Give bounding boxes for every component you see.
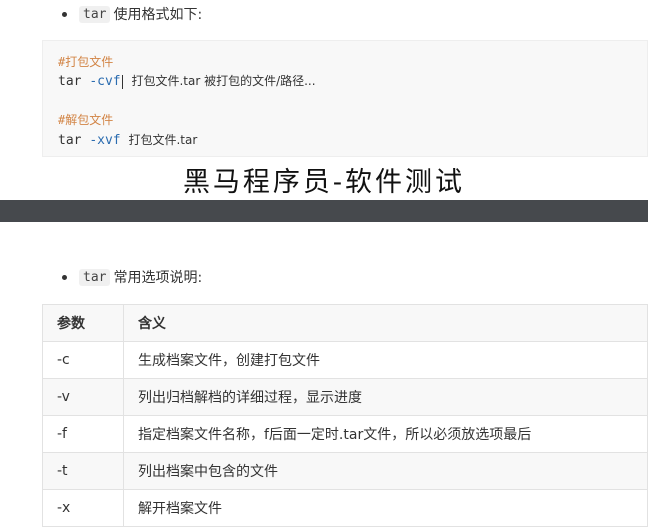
unpack-flag: -xvf: [89, 133, 121, 148]
header-meaning: 含义: [123, 304, 648, 342]
code-line-comment-pack: #打包文件: [58, 53, 113, 70]
param-cell: -f: [42, 415, 124, 453]
header-param: 参数: [42, 304, 124, 342]
meaning-cell: 解开档案文件: [123, 489, 648, 527]
meaning-cell: 指定档案文件名称，f后面一定时.tar文件，所以必须放选项最后: [123, 415, 648, 453]
table-row: -v 列出归档解档的详细过程，显示进度: [42, 378, 648, 416]
pack-args: 打包文件.tar 被打包的文件/路径...: [131, 74, 316, 88]
meaning-cell: 列出档案中包含的文件: [123, 452, 648, 490]
table-row: -f 指定档案文件名称，f后面一定时.tar文件，所以必须放选项最后: [42, 415, 648, 453]
options-table: 参数 含义 -c 生成档案文件，创建打包文件 -v 列出归档解档的详细过程，显示…: [42, 304, 648, 527]
code-line-comment-unpack: #解包文件: [58, 111, 113, 128]
comment-pack: #打包文件: [58, 55, 114, 69]
code-block[interactable]: #打包文件 tar -cvf 打包文件.tar 被打包的文件/路径... #解包…: [42, 40, 648, 157]
bullet-dot: [62, 11, 67, 17]
param-cell: -c: [42, 341, 124, 379]
watermark-caption: 黑马程序员-软件测试: [182, 167, 466, 198]
unpack-command: tar: [58, 133, 82, 148]
top-panel: tar 使用格式如下: #打包文件 tar -cvf 打包文件.tar 被打包的…: [0, 0, 648, 200]
param-cell: -x: [42, 489, 124, 527]
table-row: -t 列出档案中包含的文件: [42, 452, 648, 490]
inline-code-tar: tar: [79, 268, 111, 286]
bullet-usage: tar 使用格式如下:: [62, 4, 202, 24]
options-intro-text: 常用选项说明:: [113, 270, 203, 286]
param-cell: -v: [42, 378, 124, 416]
meaning-cell: 生成档案文件，创建打包文件: [123, 341, 648, 379]
meaning-cell: 列出归档解档的详细过程，显示进度: [123, 378, 648, 416]
inline-code-tar: tar: [79, 5, 111, 23]
table-header-row: 参数 含义: [42, 304, 648, 342]
pack-command: tar: [58, 74, 82, 89]
table-row: -c 生成档案文件，创建打包文件: [42, 341, 648, 379]
text-cursor-icon: [121, 74, 123, 89]
pack-flag: -cvf: [89, 74, 121, 89]
unpack-args: 打包文件.tar: [128, 133, 198, 147]
comment-unpack: #解包文件: [58, 113, 114, 127]
bullet-options: tar 常用选项说明:: [62, 267, 202, 287]
video-divider-bar: [0, 200, 648, 222]
table-row: -x 解开档案文件: [42, 489, 648, 527]
bullet-dot: [62, 274, 67, 280]
usage-intro-text: 使用格式如下:: [113, 7, 203, 23]
param-cell: -t: [42, 452, 124, 490]
code-line-unpack: tar -xvf 打包文件.tar: [58, 131, 197, 148]
code-line-pack: tar -cvf 打包文件.tar 被打包的文件/路径...: [58, 72, 316, 89]
